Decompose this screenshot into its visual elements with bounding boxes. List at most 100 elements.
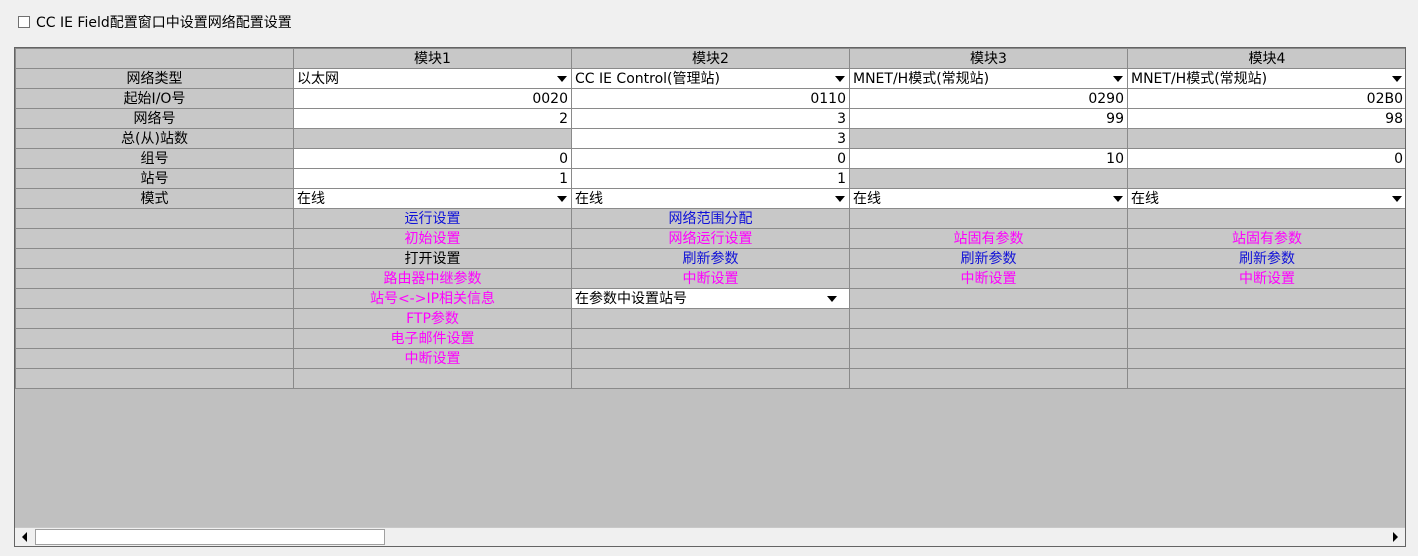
total-stations-cell-1 (293, 128, 572, 149)
network-config-checkbox-label: CC IE Field配置窗口中设置网络配置设置 (36, 15, 292, 31)
station-no-cell-4 (1127, 168, 1405, 189)
chevron-down-icon (835, 76, 845, 82)
group-no-field-4[interactable]: 0 (1127, 148, 1405, 169)
total-stations-cell-3 (849, 128, 1128, 149)
open-settings-button[interactable]: 打开设置 (293, 248, 572, 269)
station-inherent-params-button-3[interactable]: 站固有参数 (849, 228, 1128, 249)
station-no-field-2[interactable]: 1 (571, 168, 850, 189)
start-io-field-2[interactable]: 0110 (571, 88, 850, 109)
empty-cell (849, 348, 1128, 369)
start-io-field-3[interactable]: 0290 (849, 88, 1128, 109)
row-label-network-type: 网络类型 (15, 68, 294, 89)
chevron-down-icon (835, 196, 845, 202)
operation-settings-button[interactable]: 运行设置 (293, 208, 572, 229)
network-no-field-4[interactable]: 98 (1127, 108, 1405, 129)
row-label-empty (15, 228, 294, 249)
row-label-empty (15, 268, 294, 289)
start-io-field-4[interactable]: 02B0 (1127, 88, 1405, 109)
row-label-empty (15, 288, 294, 309)
empty-cell (571, 368, 850, 389)
chevron-down-icon (1392, 76, 1402, 82)
empty-cell (571, 348, 850, 369)
refresh-params-button-4[interactable]: 刷新参数 (1127, 248, 1405, 269)
network-config-checkbox-row[interactable]: CC IE Field配置窗口中设置网络配置设置 (18, 12, 292, 32)
empty-cell (571, 308, 850, 329)
total-stations-cell-4 (1127, 128, 1405, 149)
ftp-params-button[interactable]: FTP参数 (293, 308, 572, 329)
interrupt-settings-button-4[interactable]: 中断设置 (1127, 268, 1405, 289)
triangle-left-icon (22, 532, 27, 542)
refresh-params-button-3[interactable]: 刷新参数 (849, 248, 1128, 269)
group-no-field-1[interactable]: 0 (293, 148, 572, 169)
group-no-field-3[interactable]: 10 (849, 148, 1128, 169)
row-label-empty (15, 208, 294, 229)
empty-cell (849, 328, 1128, 349)
row-label-station-no: 站号 (15, 168, 294, 189)
header-module-3: 模块3 (849, 48, 1128, 69)
network-no-field-1[interactable]: 2 (293, 108, 572, 129)
network-type-select-1[interactable]: 以太网 (293, 68, 572, 89)
interrupt-settings-button-3[interactable]: 中断设置 (849, 268, 1128, 289)
network-config-checkbox[interactable] (18, 16, 30, 28)
network-range-assignment-button[interactable]: 网络范围分配 (571, 208, 850, 229)
total-stations-field-2[interactable]: 3 (571, 128, 850, 149)
station-no-setting-select[interactable]: 在参数中设置站号 (571, 288, 850, 309)
chevron-down-icon (557, 196, 567, 202)
network-no-field-2[interactable]: 3 (571, 108, 850, 129)
chevron-down-icon (1113, 196, 1123, 202)
interrupt-settings-button-1[interactable]: 中断设置 (293, 348, 572, 369)
empty-cell (849, 368, 1128, 389)
empty-cell (1127, 308, 1405, 329)
start-io-field-1[interactable]: 0020 (293, 88, 572, 109)
scroll-left-button[interactable] (15, 528, 34, 546)
module-settings-grid: 模块1 模块2 模块3 模块4 网络类型 以太网 CC IE Control(管… (14, 47, 1406, 547)
header-corner (15, 48, 294, 69)
scroll-right-button[interactable] (1386, 528, 1405, 546)
row-label-mode: 模式 (15, 188, 294, 209)
chevron-down-icon (1113, 76, 1123, 82)
empty-cell (1127, 208, 1405, 229)
row-label-empty (15, 248, 294, 269)
email-settings-button[interactable]: 电子邮件设置 (293, 328, 572, 349)
mode-select-2[interactable]: 在线 (571, 188, 850, 209)
router-relay-params-button[interactable]: 路由器中继参数 (293, 268, 572, 289)
chevron-down-icon (827, 296, 837, 302)
scrollbar-thumb[interactable] (35, 529, 385, 545)
empty-cell (1127, 288, 1405, 309)
initial-settings-button[interactable]: 初始设置 (293, 228, 572, 249)
row-label-empty (15, 308, 294, 329)
chevron-down-icon (1392, 196, 1402, 202)
header-module-1: 模块1 (293, 48, 572, 69)
header-module-2: 模块2 (571, 48, 850, 69)
station-no-cell-3 (849, 168, 1128, 189)
network-type-select-2[interactable]: CC IE Control(管理站) (571, 68, 850, 89)
network-type-select-3[interactable]: MNET/H模式(常规站) (849, 68, 1128, 89)
mode-select-1[interactable]: 在线 (293, 188, 572, 209)
empty-cell (571, 328, 850, 349)
row-label-group-no: 组号 (15, 148, 294, 169)
mode-select-4[interactable]: 在线 (1127, 188, 1405, 209)
group-no-field-2[interactable]: 0 (571, 148, 850, 169)
horizontal-scrollbar[interactable] (15, 527, 1405, 546)
row-label-start-io: 起始I/O号 (15, 88, 294, 109)
network-type-select-4[interactable]: MNET/H模式(常规站) (1127, 68, 1405, 89)
triangle-right-icon (1393, 532, 1398, 542)
empty-cell (849, 288, 1128, 309)
network-operation-settings-button[interactable]: 网络运行设置 (571, 228, 850, 249)
row-label-empty (15, 348, 294, 369)
network-no-field-3[interactable]: 99 (849, 108, 1128, 129)
empty-cell (849, 308, 1128, 329)
mode-select-3[interactable]: 在线 (849, 188, 1128, 209)
station-inherent-params-button-4[interactable]: 站固有参数 (1127, 228, 1405, 249)
header-module-4: 模块4 (1127, 48, 1405, 69)
row-label-empty (15, 328, 294, 349)
interrupt-settings-button-2[interactable]: 中断设置 (571, 268, 850, 289)
empty-cell (1127, 348, 1405, 369)
station-ip-info-button[interactable]: 站号<->IP相关信息 (293, 288, 572, 309)
station-no-field-1[interactable]: 1 (293, 168, 572, 189)
refresh-params-button-2[interactable]: 刷新参数 (571, 248, 850, 269)
row-label-empty (15, 368, 294, 389)
empty-cell (1127, 368, 1405, 389)
empty-cell (1127, 328, 1405, 349)
empty-cell (849, 208, 1128, 229)
